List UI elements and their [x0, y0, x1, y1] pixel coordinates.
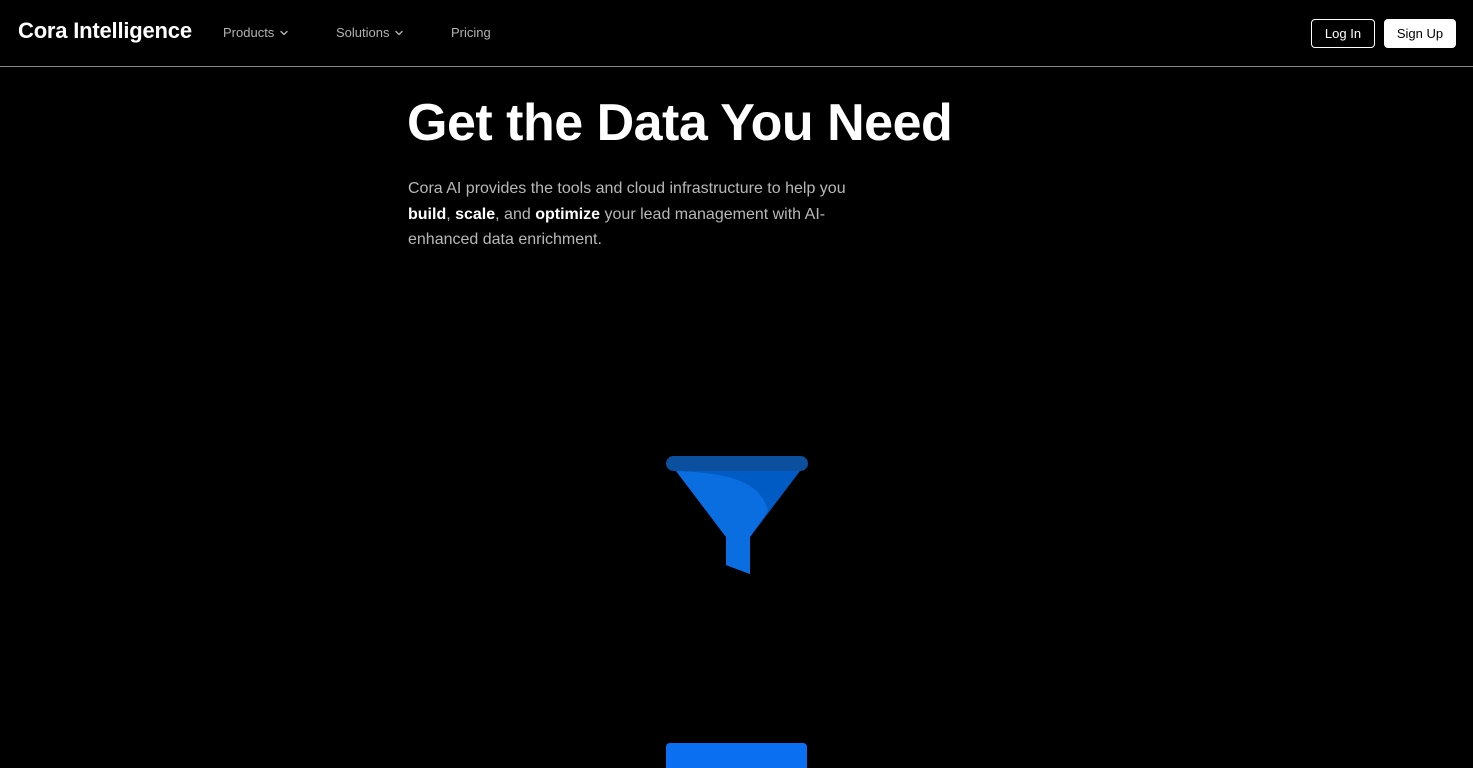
signup-button[interactable]: Sign Up — [1384, 19, 1456, 48]
hero-keyword-build: build — [408, 205, 447, 223]
get-started-button[interactable]: Get Started — [666, 743, 807, 768]
login-button[interactable]: Log In — [1311, 19, 1375, 48]
hero-description-text: Cora AI provides the tools and cloud inf… — [408, 180, 846, 197]
hero-description-separator: , — [446, 205, 456, 223]
nav-item-products[interactable]: Products — [223, 25, 289, 40]
nav-item-pricing[interactable]: Pricing — [451, 25, 491, 40]
hero-description-separator: , and — [495, 205, 536, 223]
navbar: Cora Intelligence Products Solutions Pri… — [0, 0, 1473, 67]
nav-item-solutions[interactable]: Solutions — [336, 25, 404, 40]
chevron-down-icon — [395, 30, 404, 36]
chevron-down-icon — [280, 30, 289, 36]
hero-keyword-optimize: optimize — [535, 205, 601, 223]
brand-logo[interactable]: Cora Intelligence — [18, 18, 192, 44]
hero-title: Get the Data You Need — [407, 94, 953, 152]
nav-item-label: Products — [223, 25, 275, 40]
funnel-icon — [666, 456, 808, 574]
hero-description: Cora AI provides the tools and cloud inf… — [408, 176, 888, 253]
hero-keyword-scale: scale — [455, 205, 496, 223]
nav-item-label: Solutions — [336, 25, 390, 40]
nav-item-label: Pricing — [451, 25, 491, 40]
landing-page: Cora Intelligence Products Solutions Pri… — [0, 0, 1473, 768]
